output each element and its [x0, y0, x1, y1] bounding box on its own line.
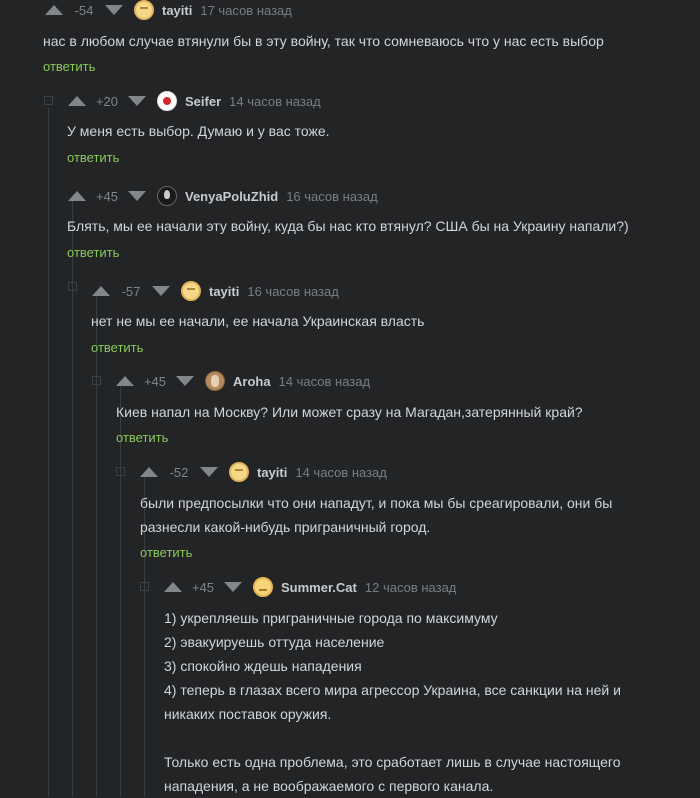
- thread-line: [96, 296, 97, 797]
- reply-link[interactable]: ответить: [67, 150, 119, 165]
- comment-text: 1) укрепляешь приграничные города по мак…: [164, 606, 621, 798]
- comment-author[interactable]: Seifer: [185, 94, 221, 109]
- comment-author[interactable]: VenyaPoluZhid: [185, 189, 278, 204]
- collapse-toggle-icon[interactable]: [68, 282, 77, 291]
- avatar-aroha-icon[interactable]: [205, 371, 225, 391]
- comment-text-line: Киев напал на Москву? Или может сразу на…: [116, 404, 583, 420]
- downvote-arrow-icon[interactable]: [224, 582, 242, 592]
- comment-time[interactable]: 12 часов назад: [365, 580, 457, 595]
- reply-link[interactable]: ответить: [140, 545, 192, 560]
- comment-header: -52 tayiti 14 часов назад: [140, 462, 387, 482]
- comment-text-line: [164, 726, 621, 750]
- reply-link[interactable]: ответить: [91, 340, 143, 355]
- thread-line: [120, 386, 121, 797]
- comment-author[interactable]: tayiti: [162, 3, 192, 18]
- comment-author[interactable]: tayiti: [257, 465, 287, 480]
- collapse-toggle-icon[interactable]: [44, 96, 53, 105]
- comment-time[interactable]: 14 часов назад: [229, 94, 321, 109]
- comment-text-line: нет не мы ее начали, ее начала Украинска…: [91, 313, 425, 329]
- comment-rating: -57: [121, 283, 141, 299]
- avatar-summer-cat-icon[interactable]: [253, 577, 273, 597]
- comment-text: Киев напал на Москву? Или может сразу на…: [116, 400, 583, 424]
- reply-link[interactable]: ответить: [67, 245, 119, 260]
- comment-text-line: нас в любом случае втянули бы в эту войн…: [43, 33, 604, 49]
- comment-rating: +20: [95, 93, 119, 109]
- comment-text: нет не мы ее начали, ее начала Украинска…: [91, 309, 424, 333]
- comment-time[interactable]: 14 часов назад: [279, 374, 371, 389]
- comment-rating: +45: [95, 188, 119, 204]
- comment-header: +45 Summer.Cat 12 часов назад: [164, 577, 456, 597]
- comment-rating: +45: [191, 579, 215, 595]
- upvote-arrow-icon[interactable]: [164, 582, 182, 592]
- collapse-toggle-icon[interactable]: [140, 582, 149, 591]
- comment-rating: -52: [169, 464, 189, 480]
- comment-text-line: нападения, а не воображаемого с первого …: [164, 778, 494, 794]
- comment-text-line: Только есть одна проблема, это сработает…: [164, 754, 621, 770]
- downvote-arrow-icon[interactable]: [152, 286, 170, 296]
- upvote-arrow-icon[interactable]: [68, 96, 86, 106]
- downvote-arrow-icon[interactable]: [176, 376, 194, 386]
- avatar-tayiti-icon[interactable]: [181, 281, 201, 301]
- comment-text-line: У меня есть выбор. Думаю и у вас тоже.: [67, 123, 330, 139]
- comment-time[interactable]: 17 часов назад: [200, 3, 292, 18]
- upvote-arrow-icon[interactable]: [92, 286, 110, 296]
- collapse-toggle-icon[interactable]: [92, 376, 101, 385]
- downvote-arrow-icon[interactable]: [105, 5, 123, 15]
- comment-text-line: разнесли какой-нибудь приграничный город…: [140, 519, 431, 535]
- comment-time[interactable]: 16 часов назад: [286, 189, 378, 204]
- thread-line: [48, 108, 49, 797]
- avatar-seifer-icon[interactable]: [157, 91, 177, 111]
- downvote-arrow-icon[interactable]: [200, 467, 218, 477]
- comment-text: Блять, мы ее начали эту войну, куда бы н…: [67, 214, 629, 238]
- downvote-arrow-icon[interactable]: [128, 191, 146, 201]
- comment-text: были предпосылки что они нападут, и пока…: [140, 491, 612, 539]
- comment-author[interactable]: tayiti: [209, 284, 239, 299]
- comment-time[interactable]: 16 часов назад: [247, 284, 339, 299]
- comment-text-line: были предпосылки что они нападут, и пока…: [140, 495, 613, 511]
- comment-text-line: 3) спокойно ждешь нападения: [164, 658, 362, 674]
- comment-text: нас в любом случае втянули бы в эту войн…: [43, 29, 604, 53]
- upvote-arrow-icon[interactable]: [116, 376, 134, 386]
- reply-link[interactable]: ответить: [43, 59, 95, 74]
- upvote-arrow-icon[interactable]: [140, 467, 158, 477]
- comment-header: -57 tayiti 16 часов назад: [92, 281, 339, 301]
- upvote-arrow-icon[interactable]: [68, 191, 86, 201]
- comment-text-line: никаких поставок оружия.: [164, 706, 332, 722]
- comment-author[interactable]: Aroha: [233, 374, 271, 389]
- comment-rating: -54: [74, 2, 94, 18]
- comment-author[interactable]: Summer.Cat: [281, 580, 357, 595]
- comment-text-line: 2) эвакуируешь оттуда население: [164, 634, 385, 650]
- downvote-arrow-icon[interactable]: [128, 96, 146, 106]
- comment-text-line: Блять, мы ее начали эту войну, куда бы н…: [67, 218, 629, 234]
- comment-text-line: 1) укрепляешь приграничные города по мак…: [164, 610, 498, 626]
- comment-time[interactable]: 14 часов назад: [295, 465, 387, 480]
- upvote-arrow-icon[interactable]: [45, 5, 63, 15]
- collapse-toggle-icon[interactable]: [116, 467, 125, 476]
- avatar-venyapoluzhid-icon[interactable]: [157, 186, 177, 206]
- comment-text-line: 4) теперь в глазах всего мира агрессор У…: [164, 682, 621, 698]
- avatar-tayiti-icon[interactable]: [229, 462, 249, 482]
- comment-header: +45 Aroha 14 часов назад: [116, 371, 370, 391]
- comment-header: +20 Seifer 14 часов назад: [68, 91, 321, 111]
- reply-link[interactable]: ответить: [116, 430, 168, 445]
- comment-rating: +45: [143, 373, 167, 389]
- avatar-tayiti-icon[interactable]: [134, 0, 154, 20]
- comment-header: -54 tayiti 17 часов назад: [45, 0, 292, 20]
- comment-text: У меня есть выбор. Думаю и у вас тоже.: [67, 119, 330, 143]
- comment-header: +45 VenyaPoluZhid 16 часов назад: [68, 186, 378, 206]
